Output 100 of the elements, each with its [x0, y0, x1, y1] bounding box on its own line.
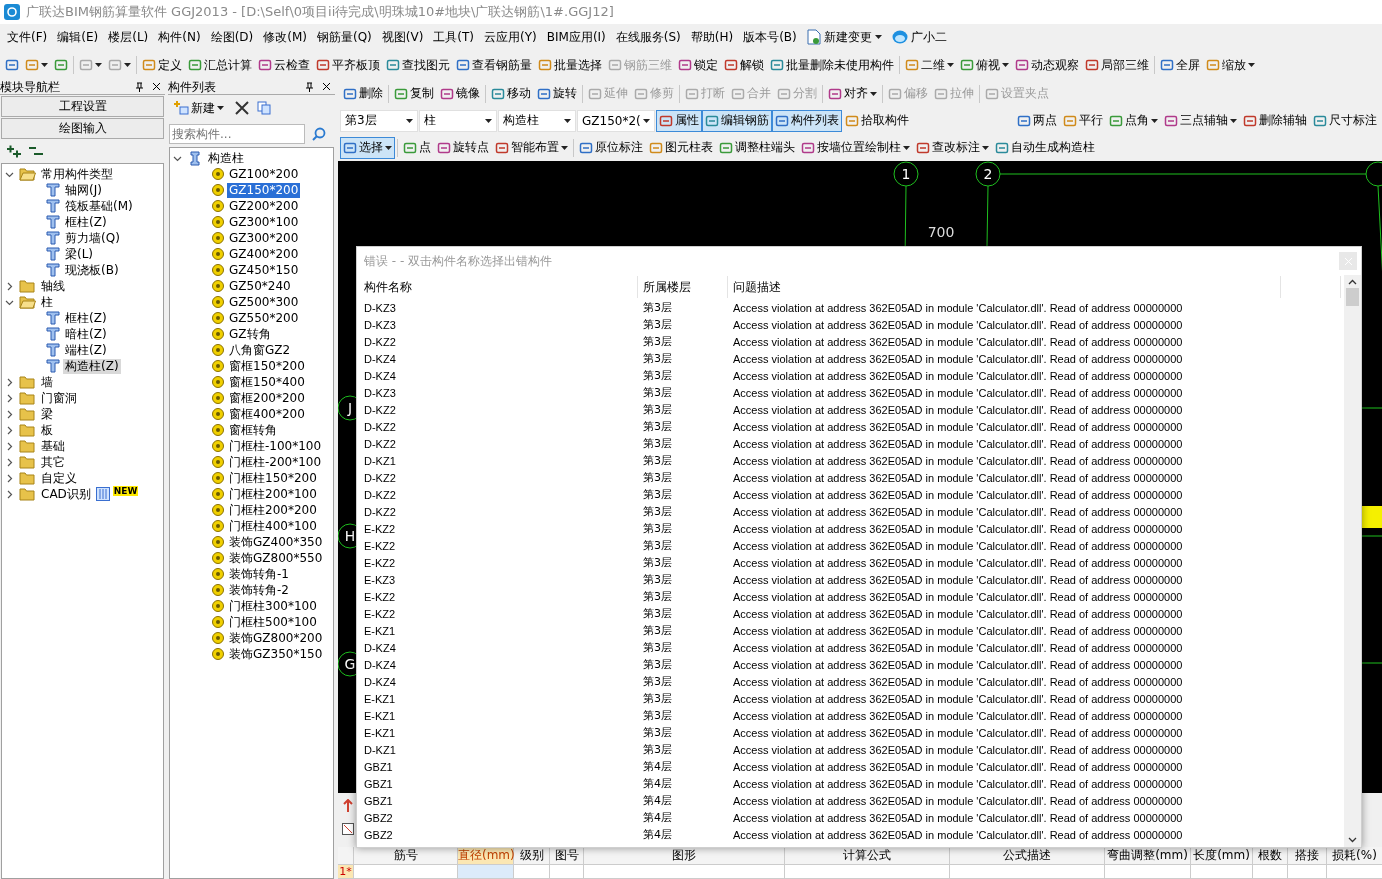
tree-item[interactable]: 门框柱150*200: [227, 470, 319, 486]
menu-item[interactable]: BIM应用(I): [541, 25, 611, 49]
tree-item[interactable]: 窗框转角: [227, 422, 279, 438]
tree-item[interactable]: 现浇板(B): [63, 262, 121, 278]
scroll-thumb[interactable]: [1346, 288, 1359, 306]
table-cell[interactable]: D-KZ4: [363, 352, 638, 365]
tree-item[interactable]: 装饰GZ800*200: [227, 630, 325, 646]
expander-icon[interactable]: [5, 393, 14, 403]
toolbar-button[interactable]: 平齐板顶: [313, 54, 383, 76]
table-cell[interactable]: D-KZ1: [363, 743, 638, 756]
tree-item[interactable]: 装饰转角-2: [227, 582, 291, 598]
toolbar-button[interactable]: 全屏: [1157, 54, 1203, 76]
tree-item[interactable]: 门框柱400*100: [227, 518, 319, 534]
table-cell[interactable]: D-KZ2: [363, 335, 638, 348]
toolbar-button[interactable]: 两点: [1014, 109, 1060, 132]
toolbar-button[interactable]: 调整柱端头: [716, 136, 798, 159]
toolbar-button[interactable]: 汇总计算: [185, 54, 255, 76]
dropdown-field[interactable]: 柱: [419, 109, 497, 132]
menu-item[interactable]: 在线服务(S): [610, 25, 686, 49]
table-cell[interactable]: D-KZ2: [363, 505, 638, 518]
tree-item[interactable]: GZ550*200: [227, 310, 301, 326]
table-cell[interactable]: E-KZ2: [363, 522, 638, 535]
table-cell[interactable]: D-KZ2: [363, 420, 638, 433]
toolbar-button[interactable]: 局部三维: [1082, 54, 1152, 76]
toolbar-button[interactable]: 缩放: [1203, 54, 1258, 76]
toolbar-button[interactable]: 查看钢筋量: [453, 54, 535, 76]
column-header[interactable]: 损耗(%): [1327, 847, 1382, 865]
tree-item[interactable]: GZ300*200: [227, 230, 301, 246]
tree-item[interactable]: 窗框400*200: [227, 406, 307, 422]
table-cell[interactable]: D-KZ4: [363, 675, 638, 688]
toolbar-button[interactable]: 自动生成构造柱: [992, 136, 1098, 159]
toolbar-button[interactable]: 动态观察: [1012, 54, 1082, 76]
table-cell[interactable]: D-KZ4: [363, 658, 638, 671]
tree-item[interactable]: CAD识别: [39, 486, 93, 502]
table-cell[interactable]: D-KZ4: [363, 369, 638, 382]
toolbar-button[interactable]: 图元柱表: [646, 136, 716, 159]
toolbar-button[interactable]: 复制: [391, 82, 437, 105]
scroll-down-icon[interactable]: [1348, 837, 1357, 843]
arrow-icon[interactable]: [342, 799, 354, 813]
table-cell[interactable]: [584, 865, 785, 879]
menu-item[interactable]: 修改(M): [258, 25, 312, 49]
menu-item[interactable]: 工具(T): [428, 25, 480, 49]
tree-item[interactable]: GZ500*300: [227, 294, 301, 310]
menu-item[interactable]: 钢筋量(Q): [311, 25, 377, 49]
tree-item[interactable]: 墙: [39, 374, 55, 390]
tree-item[interactable]: GZ200*200: [227, 198, 301, 214]
tree-item[interactable]: GZ100*200: [227, 166, 301, 182]
toolbar-button[interactable]: 解锁: [721, 54, 767, 76]
toolbar-button[interactable]: 镜像: [437, 82, 483, 105]
toolbar-button[interactable]: 旋转: [534, 82, 580, 105]
pin-icon[interactable]: [135, 82, 144, 92]
tree-item[interactable]: 剪力墙(Q): [63, 230, 122, 246]
toolbar-button[interactable]: 属性: [656, 109, 702, 132]
table-cell[interactable]: E-KZ1: [363, 726, 638, 739]
menu-item[interactable]: 帮助(H): [685, 25, 739, 49]
dropdown-field[interactable]: 第3层: [340, 109, 418, 132]
menu-item[interactable]: 绘图(D): [205, 25, 259, 49]
toolbar-button[interactable]: 点角: [1106, 109, 1161, 132]
table-cell[interactable]: [550, 865, 584, 879]
tree-item[interactable]: 装饰GZ400*350: [227, 534, 325, 550]
tree-item[interactable]: 自定义: [39, 470, 79, 486]
tree-item[interactable]: 窗框200*200: [227, 390, 307, 406]
tree-item[interactable]: 筏板基础(M): [63, 198, 135, 214]
table-cell[interactable]: E-KZ1: [363, 692, 638, 705]
menu-item[interactable]: 文件(F): [2, 25, 53, 49]
table-cell[interactable]: D-KZ2: [363, 403, 638, 416]
toolbar-button[interactable]: 拾取构件: [842, 109, 912, 132]
toolbar-button[interactable]: 锁定: [675, 54, 721, 76]
tree-item[interactable]: 构造柱(Z): [63, 358, 121, 374]
close-icon[interactable]: [152, 82, 161, 91]
table-cell[interactable]: D-KZ1: [363, 454, 638, 467]
toolbar-button[interactable]: 构件列表: [772, 109, 842, 132]
menu-item[interactable]: 广小二: [886, 25, 952, 49]
table-cell[interactable]: D-KZ2: [363, 471, 638, 484]
expand-all-icon[interactable]: [6, 144, 22, 158]
column-header[interactable]: 问题描述: [728, 276, 1281, 298]
table-cell[interactable]: D-KZ2: [363, 488, 638, 501]
toolbar-button[interactable]: 三点辅轴: [1161, 109, 1240, 132]
table-cell[interactable]: D-KZ3: [363, 301, 638, 314]
tree-item[interactable]: GZ300*100: [227, 214, 301, 230]
menu-item[interactable]: 编辑(E): [52, 25, 104, 49]
tree-item[interactable]: 八角窗GZ2: [227, 342, 293, 358]
nav-button[interactable]: 工程设置: [1, 96, 164, 117]
toolbar-button[interactable]: 查改标注: [913, 136, 992, 159]
toolbar-button[interactable]: 云检查: [255, 54, 313, 76]
expander-icon[interactable]: [5, 409, 14, 419]
new-button[interactable]: 新建: [171, 97, 227, 119]
table-cell[interactable]: D-KZ3: [363, 386, 638, 399]
expander-icon[interactable]: [5, 425, 14, 435]
scrollbar[interactable]: [1344, 275, 1361, 847]
menu-item[interactable]: 新建变更: [801, 25, 887, 49]
table-icon[interactable]: [342, 823, 354, 835]
tree-item[interactable]: 板: [39, 422, 55, 438]
table-cell[interactable]: D-KZ4: [363, 641, 638, 654]
tree-item[interactable]: 构造柱: [206, 150, 246, 166]
toolbar-button[interactable]: 删除: [340, 82, 386, 105]
column-header[interactable]: 所属楼层: [638, 276, 728, 298]
toolbar-button[interactable]: 平行: [1060, 109, 1106, 132]
menu-item[interactable]: 构件(N): [153, 25, 206, 49]
pin-icon[interactable]: [305, 82, 314, 92]
